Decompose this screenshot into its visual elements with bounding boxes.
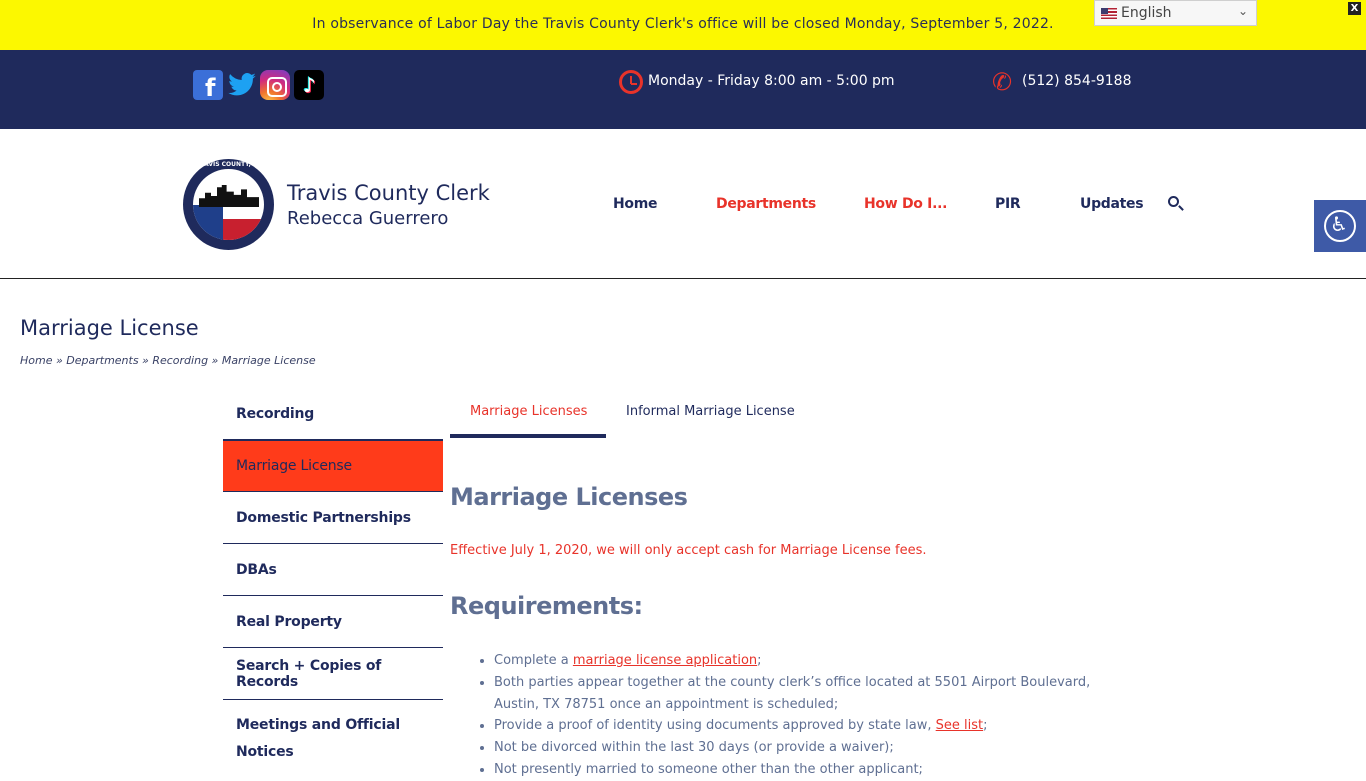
- language-select[interactable]: English ⌄: [1094, 0, 1257, 26]
- sidebar-item-domestic-partnerships[interactable]: Domestic Partnerships: [223, 492, 443, 544]
- search-icon[interactable]: [1168, 196, 1179, 207]
- content-heading: Marriage Licenses: [450, 483, 688, 511]
- sidebar-item-meetings-notices[interactable]: Meetings and Official Notices: [223, 698, 413, 768]
- breadcrumb[interactable]: Home » Departments » Recording » Marriag…: [20, 354, 316, 367]
- sidebar-item-real-property[interactable]: Real Property: [223, 596, 443, 648]
- tab-marriage-licenses[interactable]: Marriage Licenses: [470, 404, 587, 419]
- marriage-application-link[interactable]: marriage license application: [573, 653, 757, 668]
- facebook-icon[interactable]: f: [193, 70, 223, 102]
- clock-icon: [619, 70, 643, 94]
- requirements-list: Complete a marriage license application;…: [474, 650, 1134, 781]
- county-clerk-logo[interactable]: TRAVIS COUNTY, TX: [183, 159, 274, 250]
- page-title: Marriage License: [20, 316, 199, 340]
- nav-pir[interactable]: PIR: [995, 196, 1021, 212]
- logo-skyline: [199, 185, 259, 207]
- close-notice-button[interactable]: X: [1348, 2, 1361, 15]
- logo-flag-blue: [193, 205, 223, 240]
- see-list-link[interactable]: See list: [936, 718, 983, 733]
- nav-home[interactable]: Home: [613, 196, 658, 212]
- list-item: Provide a proof of identity using docume…: [494, 715, 1134, 737]
- twitter-icon[interactable]: [227, 70, 257, 100]
- sidebar-item-search-copies[interactable]: Search + Copies of Records: [223, 648, 443, 700]
- logo-text: TRAVIS COUNTY, TX: [195, 161, 262, 168]
- requirements-heading: Requirements:: [450, 592, 643, 620]
- sidebar-item-recording[interactable]: Recording: [223, 388, 443, 440]
- site-subtitle: Rebecca Guerrero: [287, 208, 449, 229]
- sidebar-item-dbas[interactable]: DBAs: [223, 544, 443, 596]
- list-item: Not presently married to someone other t…: [494, 759, 1134, 781]
- phone-number[interactable]: (512) 854-9188: [1022, 73, 1132, 89]
- site-title[interactable]: Travis County Clerk: [287, 181, 490, 205]
- req-text: ;: [757, 653, 762, 668]
- list-item: Not be divorced within the last 30 days …: [494, 737, 1134, 759]
- accessibility-icon: ♿: [1330, 212, 1348, 236]
- language-selected: English: [1121, 5, 1172, 21]
- tiktok-icon[interactable]: ♪: [294, 70, 324, 100]
- nav-departments[interactable]: Departments: [716, 196, 816, 212]
- list-item: Both parties appear together at the coun…: [494, 672, 1134, 716]
- active-tab-indicator: [450, 434, 606, 438]
- accessibility-button[interactable]: ♿: [1314, 200, 1366, 252]
- logo-flag-red: [223, 219, 264, 240]
- sidebar-item-marriage-license[interactable]: Marriage License: [223, 440, 443, 492]
- list-item: Complete a marriage license application;: [494, 650, 1134, 672]
- nav-updates[interactable]: Updates: [1080, 196, 1144, 212]
- nav-how-do-i[interactable]: How Do I...: [864, 196, 947, 212]
- office-hours: Monday - Friday 8:00 am - 5:00 pm: [648, 73, 895, 89]
- us-flag-icon: [1101, 7, 1117, 19]
- tab-informal-marriage-license[interactable]: Informal Marriage License: [626, 404, 795, 419]
- req-text: Complete a: [494, 653, 573, 668]
- phone-icon: ✆: [992, 68, 1013, 96]
- cash-notice: Effective July 1, 2020, we will only acc…: [450, 543, 927, 558]
- logo-seal: [193, 169, 264, 240]
- chevron-down-icon: ⌄: [1237, 4, 1248, 18]
- instagram-icon[interactable]: [260, 70, 290, 100]
- req-text: ;: [983, 718, 988, 734]
- req-text: Provide a proof of identity using docume…: [494, 718, 936, 734]
